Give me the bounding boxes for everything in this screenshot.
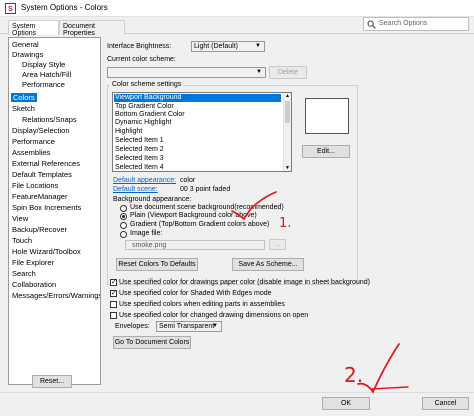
annotation-number-1: 1.: [279, 216, 291, 231]
red-annotation-overlay: 1. 2.: [231, 191, 409, 394]
annotation-underline-2: [370, 386, 409, 390]
annotation-checkmark-1: [231, 191, 277, 221]
annotation-number-2: 2.: [344, 363, 363, 387]
annotation-checkmark-2: [357, 343, 400, 394]
